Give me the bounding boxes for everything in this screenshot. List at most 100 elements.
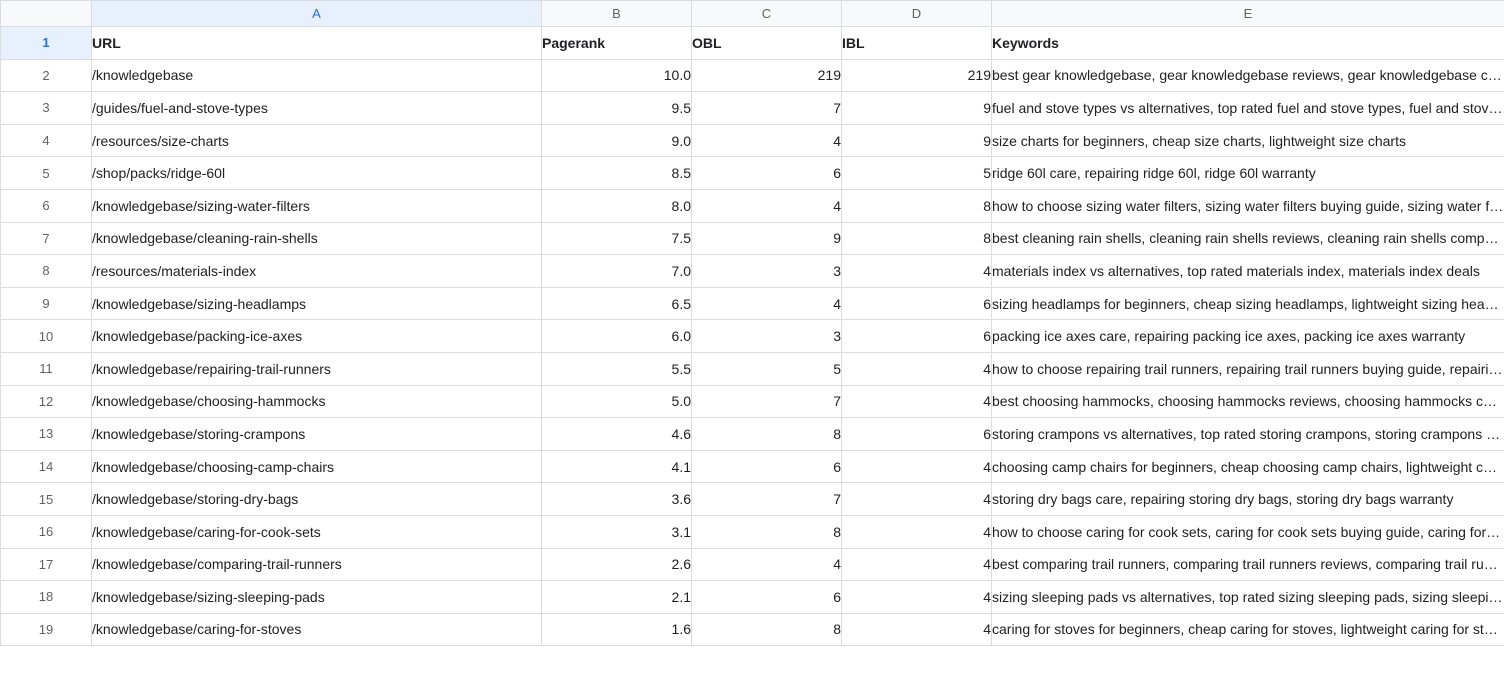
cell-ibl[interactable]: 5 <box>841 156 992 190</box>
row-number[interactable]: 6 <box>0 188 92 223</box>
row-number[interactable]: 11 <box>0 351 92 386</box>
select-all-corner[interactable] <box>0 0 92 27</box>
cell-obl[interactable]: 6 <box>691 156 842 190</box>
column-header-c[interactable]: C <box>691 0 842 27</box>
cell-keywords[interactable]: packing ice axes care, repairing packing… <box>991 319 1504 353</box>
cell-obl[interactable]: 9 <box>691 221 842 256</box>
row-number[interactable]: 3 <box>0 91 92 125</box>
row-number[interactable]: 8 <box>0 254 92 288</box>
row-number[interactable]: 14 <box>0 449 92 484</box>
cell-url[interactable]: /knowledgebase/sizing-sleeping-pads <box>91 580 542 614</box>
cell-ibl[interactable]: 6 <box>841 319 992 353</box>
cell-obl[interactable]: 7 <box>691 384 842 419</box>
cell-pagerank[interactable]: 2.1 <box>541 580 692 614</box>
row-number[interactable]: 17 <box>0 547 92 582</box>
column-header-e[interactable]: E <box>991 0 1504 27</box>
cell-ibl[interactable]: 4 <box>841 547 992 582</box>
cell-url-header[interactable]: URL <box>91 26 542 60</box>
cell-url[interactable]: /knowledgebase/comparing-trail-runners <box>91 547 542 582</box>
cell-url[interactable]: /knowledgebase/storing-dry-bags <box>91 482 542 516</box>
cell-pagerank[interactable]: 7.5 <box>541 221 692 256</box>
cell-url[interactable]: /knowledgebase/cleaning-rain-shells <box>91 221 542 256</box>
cell-ibl[interactable]: 6 <box>841 286 992 321</box>
cell-keywords[interactable]: best cleaning rain shells, cleaning rain… <box>991 221 1504 256</box>
row-number[interactable]: 2 <box>0 58 92 93</box>
cell-keywords[interactable]: sizing sleeping pads vs alternatives, to… <box>991 580 1504 614</box>
cell-obl[interactable]: 8 <box>691 514 842 549</box>
cell-url[interactable]: /knowledgebase/packing-ice-axes <box>91 319 542 353</box>
cell-pagerank[interactable]: 5.0 <box>541 384 692 419</box>
cell-ibl[interactable]: 4 <box>841 612 992 647</box>
cell-keywords[interactable]: caring for stoves for beginners, cheap c… <box>991 612 1504 647</box>
cell-keywords[interactable]: materials index vs alternatives, top rat… <box>991 254 1504 288</box>
cell-url[interactable]: /knowledgebase <box>91 58 542 93</box>
cell-pagerank[interactable]: 2.6 <box>541 547 692 582</box>
cell-url[interactable]: /knowledgebase/choosing-camp-chairs <box>91 449 542 484</box>
cell-ibl[interactable]: 4 <box>841 449 992 484</box>
cell-url[interactable]: /guides/fuel-and-stove-types <box>91 91 542 125</box>
cell-pagerank[interactable]: 3.1 <box>541 514 692 549</box>
row-number[interactable]: 19 <box>0 612 92 647</box>
cell-obl[interactable]: 7 <box>691 91 842 125</box>
cell-url[interactable]: /knowledgebase/caring-for-stoves <box>91 612 542 647</box>
row-number[interactable]: 10 <box>0 319 92 353</box>
cell-url[interactable]: /knowledgebase/sizing-headlamps <box>91 286 542 321</box>
cell-obl[interactable]: 4 <box>691 123 842 158</box>
cell-url[interactable]: /knowledgebase/caring-for-cook-sets <box>91 514 542 549</box>
cell-keywords[interactable]: choosing camp chairs for beginners, chea… <box>991 449 1504 484</box>
column-header-d[interactable]: D <box>841 0 992 27</box>
row-number[interactable]: 15 <box>0 482 92 516</box>
column-header-b[interactable]: B <box>541 0 692 27</box>
cell-url[interactable]: /knowledgebase/sizing-water-filters <box>91 188 542 223</box>
cell-keywords[interactable]: storing dry bags care, repairing storing… <box>991 482 1504 516</box>
cell-pagerank[interactable]: 4.1 <box>541 449 692 484</box>
cell-keywords[interactable]: size charts for beginners, cheap size ch… <box>991 123 1504 158</box>
cell-keywords[interactable]: ridge 60l care, repairing ridge 60l, rid… <box>991 156 1504 190</box>
cell-pagerank[interactable]: 9.0 <box>541 123 692 158</box>
cell-ibl[interactable]: 4 <box>841 351 992 386</box>
cell-url[interactable]: /resources/materials-index <box>91 254 542 288</box>
cell-ibl[interactable]: 4 <box>841 580 992 614</box>
cell-pagerank[interactable]: 4.6 <box>541 417 692 451</box>
cell-ibl[interactable]: 4 <box>841 482 992 516</box>
row-number[interactable]: 13 <box>0 417 92 451</box>
cell-pagerank-header[interactable]: Pagerank <box>541 26 692 60</box>
cell-keywords[interactable]: sizing headlamps for beginners, cheap si… <box>991 286 1504 321</box>
cell-ibl[interactable]: 9 <box>841 123 992 158</box>
row-number[interactable]: 9 <box>0 286 92 321</box>
cell-pagerank[interactable]: 5.5 <box>541 351 692 386</box>
cell-obl[interactable]: 4 <box>691 286 842 321</box>
cell-pagerank[interactable]: 10.0 <box>541 58 692 93</box>
cell-obl-header[interactable]: OBL <box>691 26 842 60</box>
cell-ibl-header[interactable]: IBL <box>841 26 992 60</box>
cell-ibl[interactable]: 4 <box>841 384 992 419</box>
cell-pagerank[interactable]: 1.6 <box>541 612 692 647</box>
row-number[interactable]: 16 <box>0 514 92 549</box>
cell-url[interactable]: /shop/packs/ridge-60l <box>91 156 542 190</box>
cell-obl[interactable]: 4 <box>691 188 842 223</box>
row-number[interactable]: 18 <box>0 580 92 614</box>
cell-pagerank[interactable]: 8.5 <box>541 156 692 190</box>
row-number[interactable]: 1 <box>0 26 92 60</box>
cell-obl[interactable]: 7 <box>691 482 842 516</box>
cell-obl[interactable]: 6 <box>691 449 842 484</box>
cell-obl[interactable]: 6 <box>691 580 842 614</box>
cell-obl[interactable]: 3 <box>691 254 842 288</box>
cell-pagerank[interactable]: 3.6 <box>541 482 692 516</box>
cell-ibl[interactable]: 6 <box>841 417 992 451</box>
cell-obl[interactable]: 8 <box>691 612 842 647</box>
row-number[interactable]: 4 <box>0 123 92 158</box>
cell-obl[interactable]: 5 <box>691 351 842 386</box>
cell-url[interactable]: /resources/size-charts <box>91 123 542 158</box>
cell-ibl[interactable]: 8 <box>841 221 992 256</box>
cell-pagerank[interactable]: 6.0 <box>541 319 692 353</box>
cell-obl[interactable]: 8 <box>691 417 842 451</box>
cell-pagerank[interactable]: 9.5 <box>541 91 692 125</box>
cell-pagerank[interactable]: 8.0 <box>541 188 692 223</box>
cell-obl[interactable]: 219 <box>691 58 842 93</box>
cell-keywords[interactable]: best choosing hammocks, choosing hammock… <box>991 384 1504 419</box>
cell-pagerank[interactable]: 7.0 <box>541 254 692 288</box>
row-number[interactable]: 5 <box>0 156 92 190</box>
cell-ibl[interactable]: 4 <box>841 514 992 549</box>
cell-keywords[interactable]: how to choose repairing trail runners, r… <box>991 351 1504 386</box>
